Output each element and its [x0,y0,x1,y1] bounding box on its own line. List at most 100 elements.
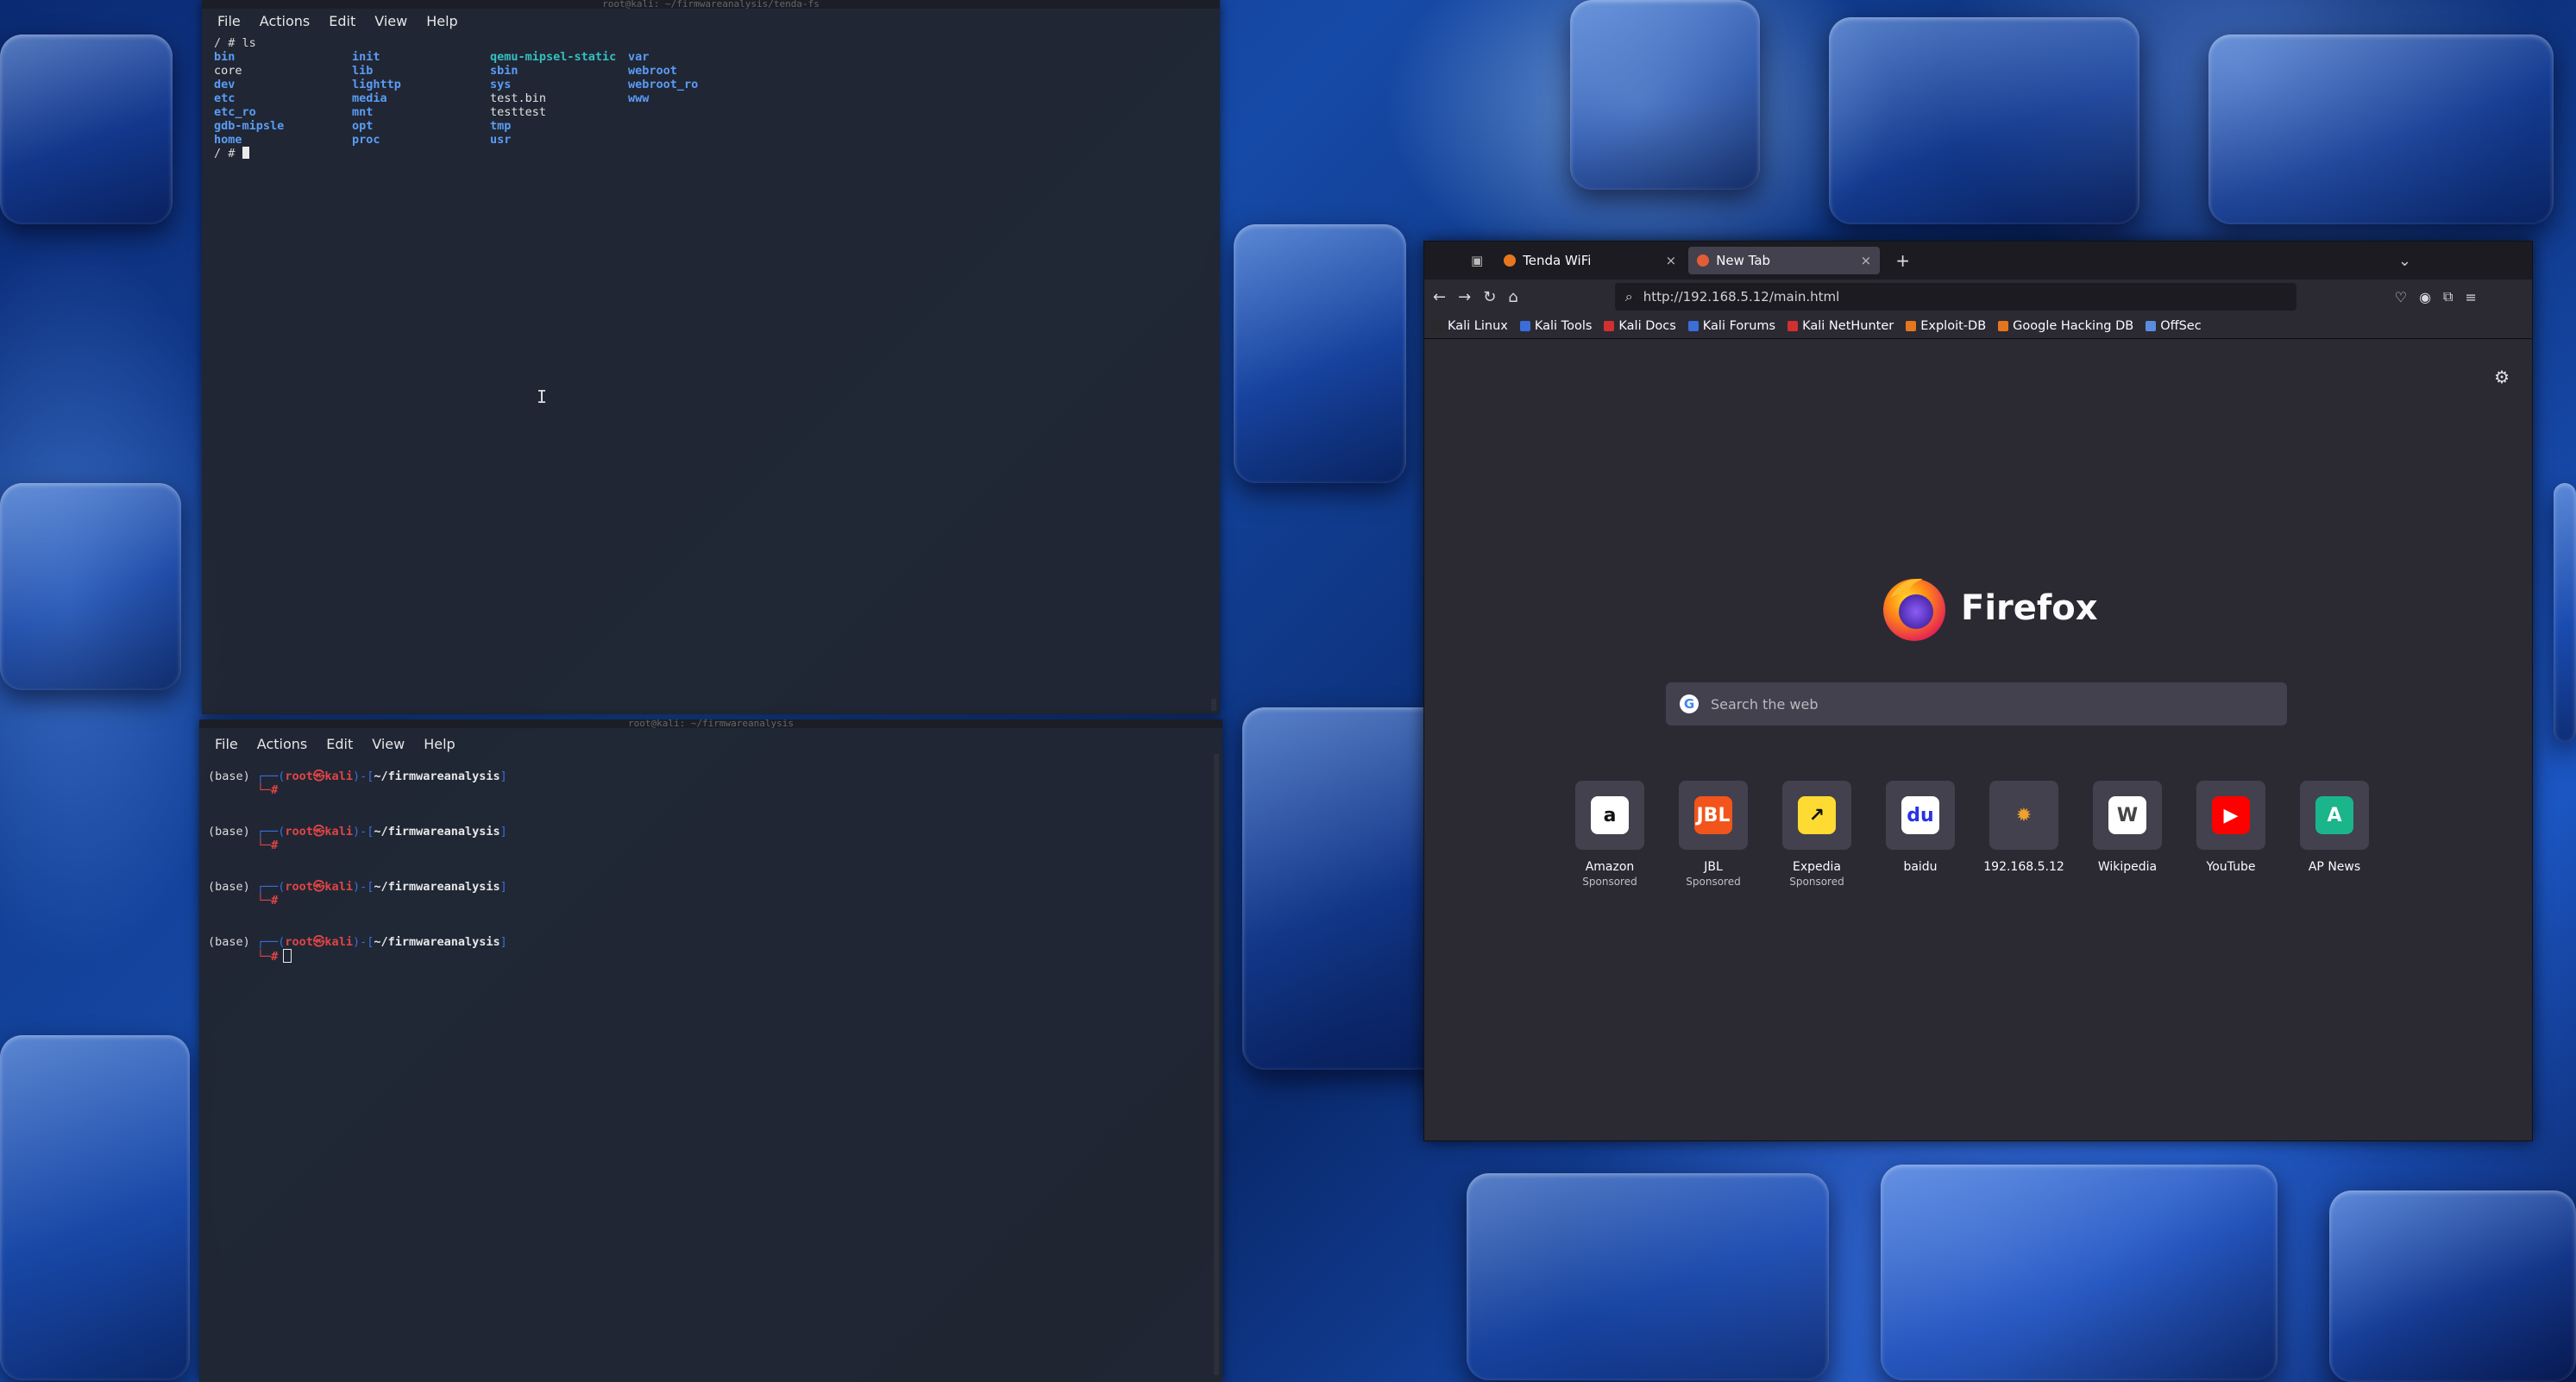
tab-tenda-wifi[interactable]: Tenda WiFi × [1495,247,1685,274]
tile-box[interactable]: A [2300,781,2369,850]
home-icon[interactable]: ⌂ [1508,288,1517,306]
forward-icon[interactable]: → [1458,288,1471,306]
firefox-favicon-icon [1697,254,1710,267]
close-tab-icon[interactable]: × [1861,253,1872,268]
ls-entry: webroot [628,64,677,78]
tile-box[interactable]: ✹ [1989,781,2058,850]
bookmark-item[interactable]: Google Hacking DB [1998,319,2133,333]
terminal-output[interactable]: (base) ┌──(root㉿kali)-[~/firmwareanalysi… [199,756,1222,964]
firefox-window[interactable]: ▣ Tenda WiFi × New Tab × + ⌄ ← → ↻ ⌂ ⌕ h… [1423,241,2533,1141]
tile-box[interactable]: du [1886,781,1955,850]
tab-overview-icon[interactable]: ▣ [1471,253,1483,268]
prompt-env: (base) [208,880,257,894]
tile-label: Wikipedia [2097,860,2158,874]
prompt-user: root㉿kali [285,770,353,783]
ls-entry: etc_ro [214,105,256,119]
prompt-frame-close: ] [499,935,507,949]
ls-entry: opt [352,119,374,133]
wallpaper-cube [1570,0,1760,190]
tile-box[interactable]: W [2093,781,2162,850]
close-tab-icon[interactable]: × [1666,253,1677,268]
tile-box[interactable]: ↗ [1782,781,1851,850]
app-menu-icon[interactable]: ≡ [2465,289,2476,305]
bookmark-favicon-icon [1906,321,1917,331]
bookmark-label: Kali Forums [1702,319,1776,333]
mouse-ibeam-cursor: I [537,386,548,407]
prompt-frame-close: ] [499,880,507,894]
bookmark-item[interactable]: OffSec [2146,319,2202,333]
bookmark-item[interactable]: Kali Tools [1519,319,1592,333]
top-site-tile[interactable]: W Wikipedia [2093,781,2162,888]
terminal-window-top[interactable]: root@kali: ~/firmwareanalysis/tenda-fs F… [202,0,1220,714]
text-cursor [242,147,249,159]
tenda-favicon-icon [1504,254,1517,267]
back-icon[interactable]: ← [1433,288,1446,306]
tile-box[interactable]: JBL [1679,781,1748,850]
menu-edit[interactable]: Edit [326,736,353,752]
reload-icon[interactable]: ↻ [1483,288,1496,306]
bookmark-label: OffSec [2160,319,2202,333]
menu-help[interactable]: Help [426,13,457,29]
bookmark-item[interactable]: Kali Linux [1433,319,1508,333]
prompt-frame-open: ┌──( [256,880,286,894]
bookmark-item[interactable]: Kali NetHunter [1787,319,1894,333]
wallpaper-cube [1234,224,1406,483]
wallpaper-cube [2208,35,2554,224]
menu-help[interactable]: Help [424,736,455,752]
gear-icon[interactable]: ⚙ [2494,367,2510,387]
prompt-frame-close: ] [499,825,507,839]
ls-entry: bin [214,50,236,64]
ls-entry: mnt [352,105,374,119]
scrollbar[interactable] [1211,699,1216,711]
bookmark-label: Kali NetHunter [1802,319,1894,333]
ls-entry: www [628,91,650,105]
ls-listing: bin init qemu-mipsel-static var core lib sbin w… [214,50,1220,147]
wallpaper-cube [0,483,181,690]
scrollbar[interactable] [1214,754,1219,1375]
menu-actions[interactable]: Actions [260,13,310,29]
tile-label: AP News [2308,860,2361,874]
extensions-icon[interactable]: ⧉ [2443,288,2453,305]
top-site-tile[interactable]: du baidu [1886,781,1955,888]
menu-edit[interactable]: Edit [329,13,355,29]
menu-file[interactable]: File [215,736,238,752]
ls-entry: core [214,64,242,78]
pocket-icon[interactable]: ♡ [2395,289,2407,305]
prompt-text: / # [214,147,242,160]
top-site-tile[interactable]: A AP News [2300,781,2369,888]
url-text[interactable]: http://192.168.5.12/main.html [1643,289,1840,305]
tile-box[interactable]: ▶ [2196,781,2265,850]
tab-new-tab[interactable]: New Tab × [1688,247,1881,274]
top-site-tile[interactable]: ▶ YouTube [2196,781,2265,888]
menu-view[interactable]: View [372,736,405,752]
firefox-wordmark: Firefox [1961,588,2098,628]
account-icon[interactable]: ◉ [2419,289,2431,305]
bookmark-item[interactable]: Exploit-DB [1906,319,1986,333]
terminal-window-bottom[interactable]: root@kali: ~/firmwareanalysis File Actio… [199,719,1222,1382]
youtube-icon: ▶ [2212,796,2250,834]
top-site-tile[interactable]: ↗ Expedia Sponsored [1782,781,1851,888]
menu-view[interactable]: View [374,13,407,29]
bookmark-item[interactable]: Kali Forums [1687,319,1776,333]
url-bar[interactable]: ⌕ http://192.168.5.12/main.html [1614,283,2296,311]
ls-entry: usr [490,133,512,147]
tile-box[interactable]: a [1575,781,1644,850]
menu-file[interactable]: File [217,13,241,29]
prompt-hash: └─# [256,894,279,908]
ls-entry: init [352,50,380,64]
top-site-tile[interactable]: ✹ 192.168.5.12 [1983,781,2064,888]
wallpaper-cube [1242,707,1449,1070]
new-tab-button[interactable]: + [1895,250,1910,271]
bookmark-item[interactable]: Kali Docs [1604,319,1676,333]
top-site-tile[interactable]: a Amazon Sponsored [1575,781,1644,888]
ls-entry: etc [214,91,236,105]
menu-actions[interactable]: Actions [257,736,307,752]
web-search-input[interactable]: G Search the web [1666,682,2287,726]
ls-entry [628,119,766,133]
sponsored-label: Sponsored [1582,876,1637,888]
terminal-output[interactable]: / # ls bin init qemu-mipsel-static var core l… [202,33,1220,160]
shell-prompt: (base) ┌──(root㉿kali)-[~/firmwareanalysi… [208,935,1222,964]
list-all-tabs-icon[interactable]: ⌄ [2398,252,2411,270]
top-site-tile[interactable]: JBL JBL Sponsored [1679,781,1748,888]
command-line: / # ls [214,36,256,50]
